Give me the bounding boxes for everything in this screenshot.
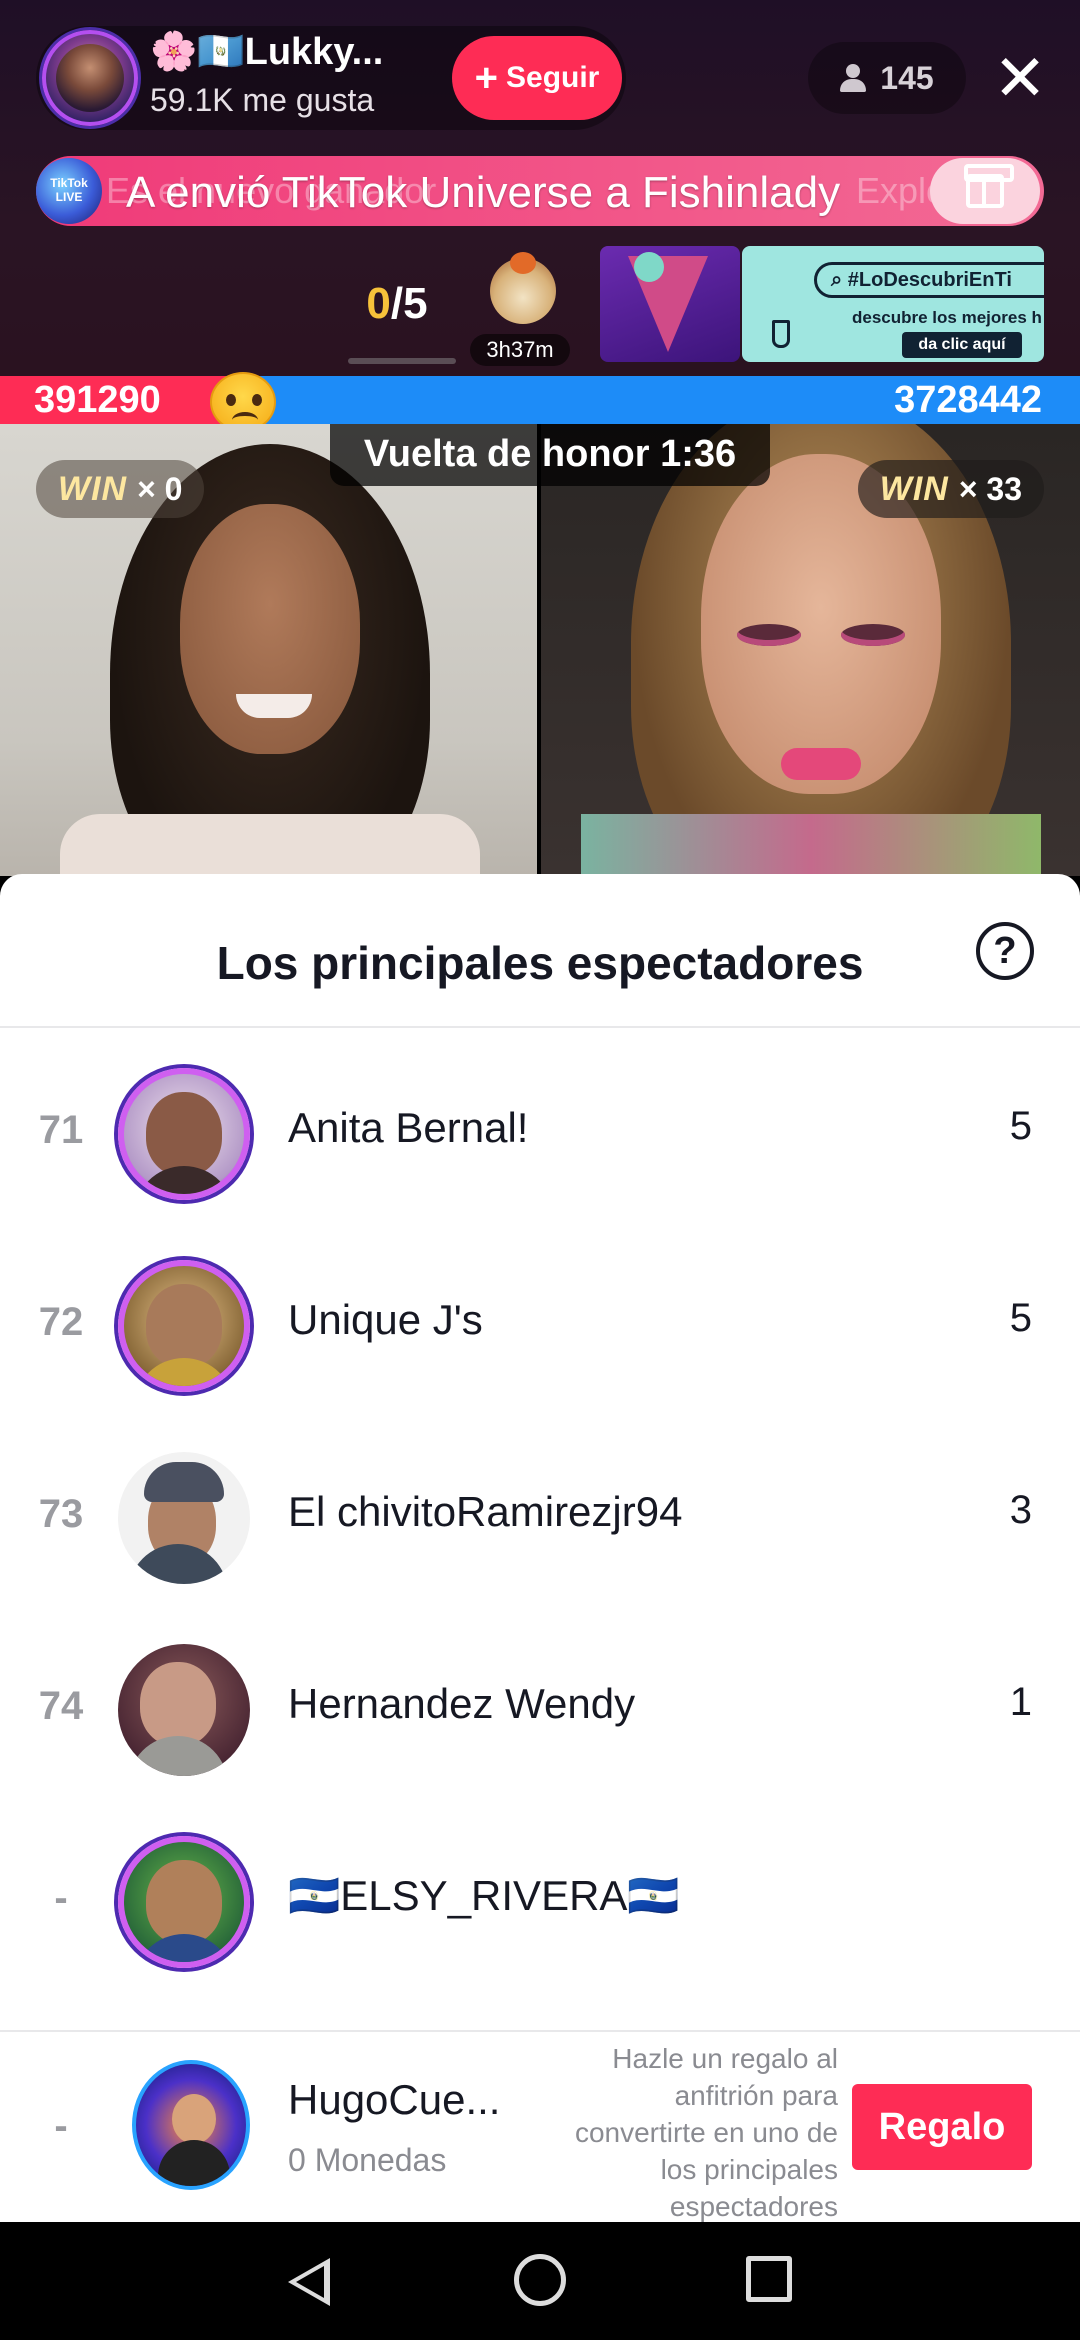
food-gift-icon: [490, 252, 556, 324]
avatar[interactable]: [118, 1836, 250, 1968]
recent-apps-icon[interactable]: [746, 2256, 792, 2302]
rank-number: 72: [38, 1300, 84, 1344]
banner-message: A envió TikTok Universe a Fishinlady: [126, 168, 841, 217]
coin-score: 3: [1009, 1488, 1032, 1532]
task-current: 0: [366, 279, 391, 328]
username: Unique J's: [288, 1296, 483, 1343]
username: 🇸🇻ELSY_RIVERA🇸🇻: [288, 1872, 680, 1919]
my-username: HugoCue...: [288, 2076, 501, 2123]
avatar[interactable]: [132, 2060, 250, 2190]
rank-number: 73: [38, 1492, 84, 1536]
my-coins: 0 Monedas: [288, 2142, 447, 2178]
win-count: × 33: [958, 470, 1022, 507]
avatar[interactable]: [118, 1068, 250, 1200]
list-item[interactable]: - 🇸🇻ELSY_RIVERA🇸🇻: [0, 1806, 1080, 1998]
gift-hint-text: Hazle un regalo al anfitrión para conver…: [574, 2043, 838, 2222]
host-name[interactable]: 🌸🇬🇹Lukky...: [150, 30, 383, 74]
my-rank: -: [54, 2104, 68, 2148]
list-item[interactable]: 71 Anita Bernal! 5: [0, 1038, 1080, 1230]
promo-cta: da clic aquí: [902, 332, 1022, 358]
plus-icon: +: [474, 56, 498, 100]
promo-hashtag: ⌕ #LoDescubriEnTi: [814, 262, 1044, 298]
username: Anita Bernal!: [288, 1104, 529, 1151]
gift-icon: [964, 164, 1014, 208]
coin-score: 5: [1009, 1296, 1032, 1340]
tiktok-live-badge: TikTok LIVE: [36, 158, 102, 224]
divider: [0, 1026, 1080, 1028]
help-icon[interactable]: ?: [976, 922, 1034, 980]
list-item[interactable]: 72 Unique J's 5: [0, 1230, 1080, 1422]
host-avatar[interactable]: [42, 30, 138, 126]
win-label: WIN: [879, 469, 949, 508]
username: El chivitoRamirezjr94: [288, 1488, 683, 1535]
promo-subtitle: descubre los mejores h: [852, 308, 1042, 327]
list-item[interactable]: 73 El chivitoRamirezjr94 3: [0, 1422, 1080, 1614]
gift-banner[interactable]: Es el nuevo ganador Explorar A envió Tik…: [36, 156, 1044, 226]
back-icon[interactable]: [288, 2258, 330, 2306]
avatar[interactable]: [118, 1452, 250, 1584]
follow-label: Seguir: [506, 61, 600, 94]
list-item[interactable]: 74 Hernandez Wendy 1: [0, 1614, 1080, 1806]
left-score: 391290: [34, 379, 161, 421]
task-progress[interactable]: 0/5: [332, 246, 462, 362]
timer-label: 3h37m: [470, 334, 570, 366]
rank-number: 71: [38, 1108, 84, 1152]
coin-score: 1: [1009, 1680, 1032, 1724]
avatar[interactable]: [118, 1644, 250, 1776]
victory-lap-timer: Vuelta de honor 1:36: [330, 424, 770, 486]
top-viewers-sheet: Los principales espectadores ? 71 Anita …: [0, 874, 1080, 2222]
sheet-title: Los principales espectadores: [216, 937, 864, 989]
crying-emoji-icon: [210, 372, 276, 432]
task-progress-bar: [348, 358, 456, 364]
host-likes: 59.1K me gusta: [150, 82, 375, 118]
follow-button[interactable]: + Seguir: [452, 36, 622, 120]
my-rank-bar: - HugoCue... 0 Monedas Hazle un regalo a…: [0, 2030, 1080, 2222]
coin-score: 5: [1009, 1104, 1032, 1148]
close-icon[interactable]: ✕: [990, 46, 1050, 110]
gift-button[interactable]: Regalo: [852, 2084, 1032, 2170]
system-nav-bar: [0, 2222, 1080, 2340]
win-streak-right: WIN × 33: [857, 460, 1044, 518]
rank-number: 74: [38, 1684, 84, 1728]
flask-icon: [772, 320, 790, 348]
win-streak-left: WIN × 0: [36, 460, 205, 518]
win-label: WIN: [58, 469, 128, 508]
task-total: /5: [390, 279, 428, 328]
promo-banner-teal[interactable]: ⌕ #LoDescubriEnTi descubre los mejores h…: [742, 246, 1044, 362]
gift-shortcut-button[interactable]: [930, 158, 1040, 224]
username: Hernandez Wendy: [288, 1680, 636, 1727]
viewer-count: 145: [880, 59, 934, 96]
avatar[interactable]: [118, 1260, 250, 1392]
person-icon: [840, 64, 867, 92]
rank-number: -: [54, 1876, 68, 1920]
battle-score-bar: 391290 3728442: [0, 376, 1080, 424]
promo-banner-purple[interactable]: [600, 246, 740, 362]
viewer-count-pill[interactable]: 145: [808, 42, 966, 114]
home-icon[interactable]: [514, 2254, 566, 2306]
right-score: 3728442: [894, 379, 1042, 421]
win-count: × 0: [137, 470, 183, 507]
